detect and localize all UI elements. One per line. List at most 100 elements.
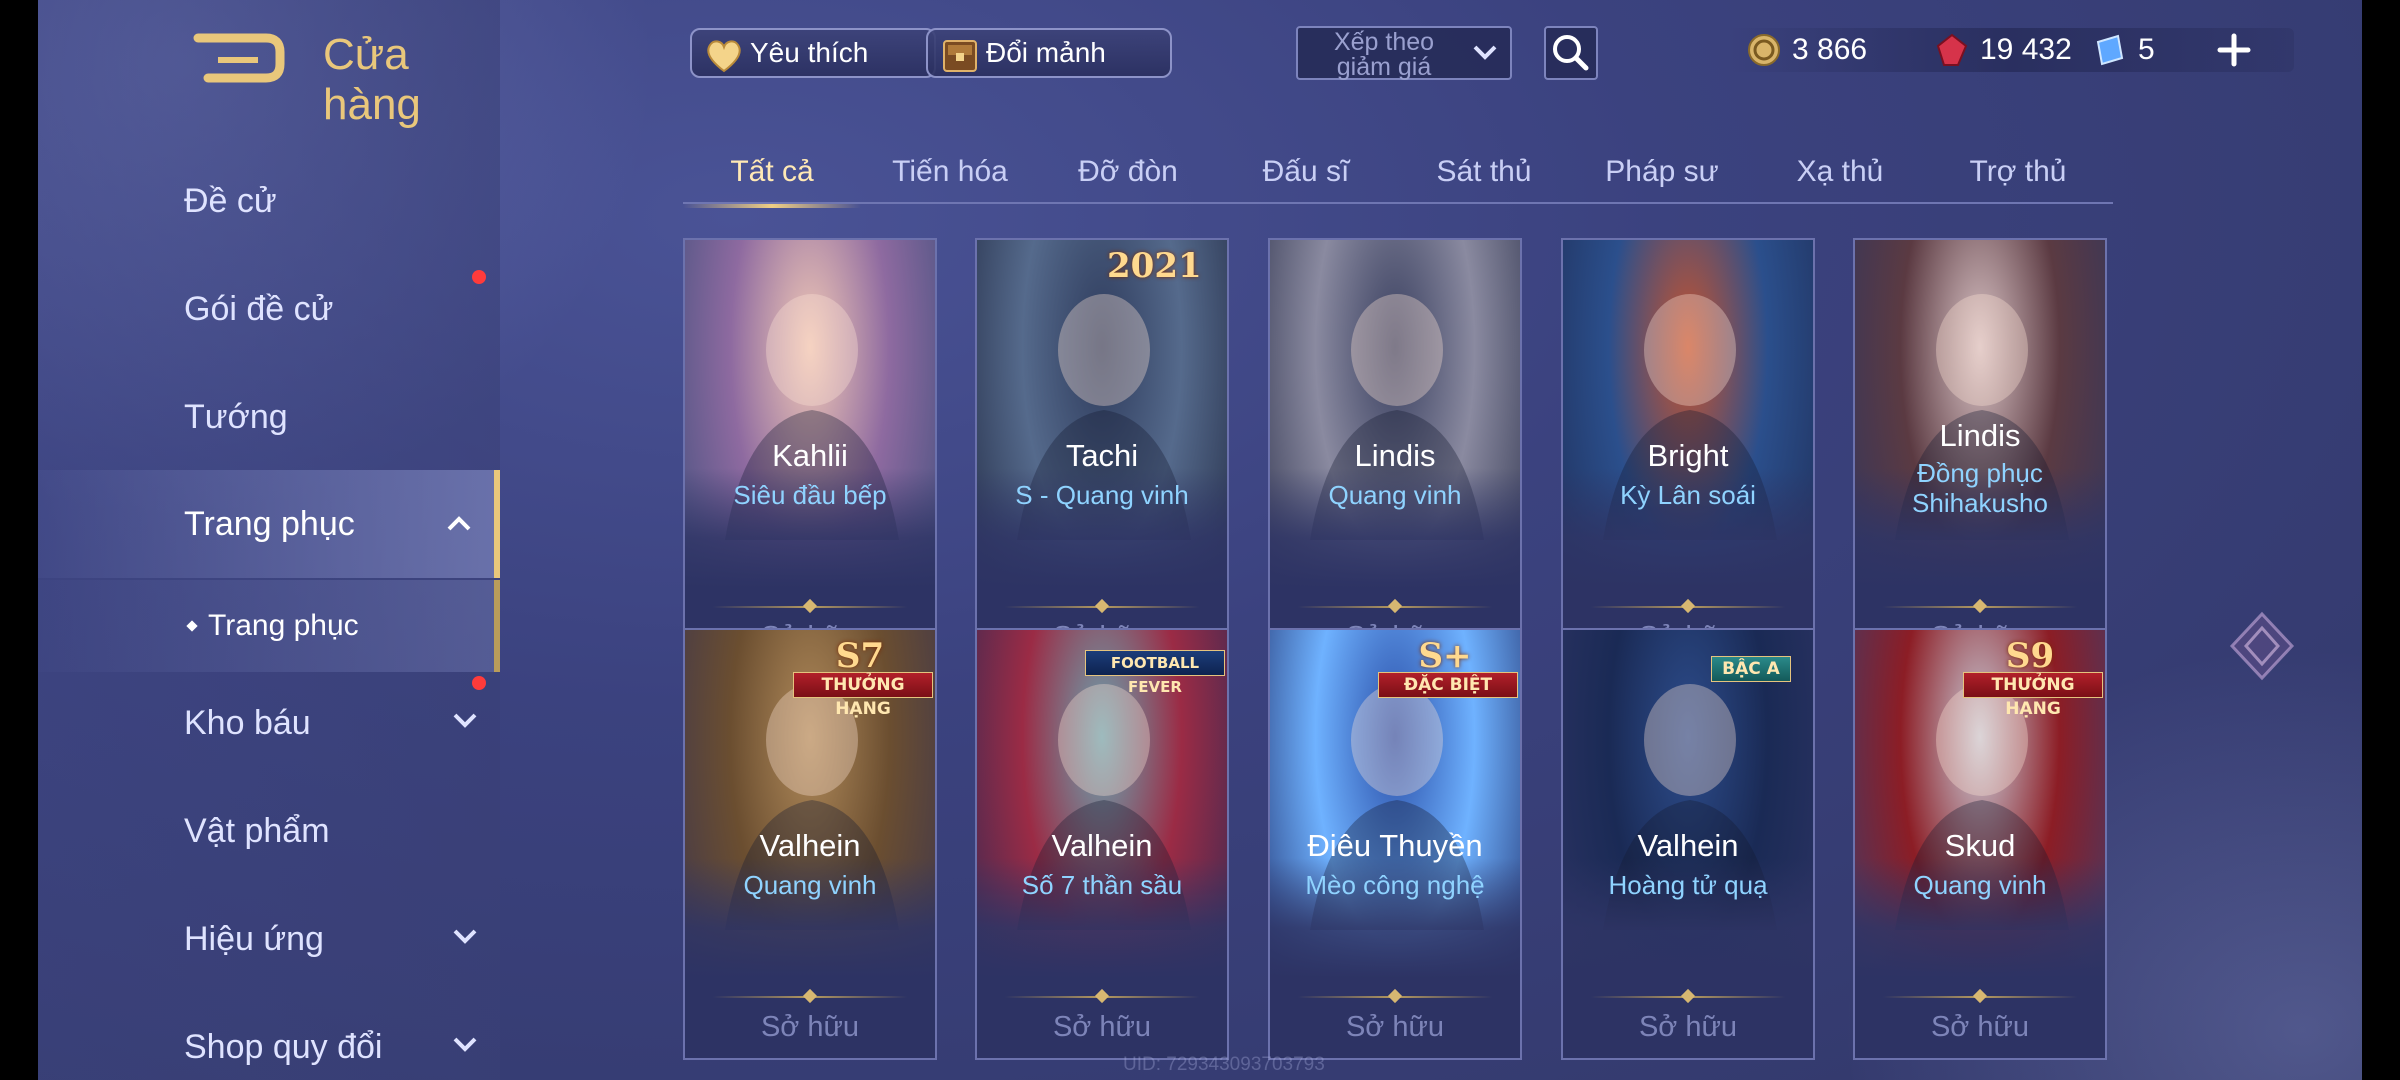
- voucher-currency: 5: [2092, 30, 2155, 70]
- page-title: Cửa hàng: [323, 30, 421, 129]
- gold-coin-icon: [1748, 34, 1780, 66]
- skin-name: Đồng phục Shihakusho: [1912, 458, 2048, 518]
- sort-label: Xếp theo giảm giá: [1333, 28, 1435, 81]
- exchange-shards-label: Đổi mảnh: [986, 37, 1106, 68]
- sidebar-item-bundles[interactable]: Gói đề cử: [38, 260, 500, 358]
- sidebar-item-label: Hiệu ứng: [184, 919, 324, 958]
- tab-all[interactable]: Tất cả: [683, 140, 861, 208]
- exchange-shards-button[interactable]: Đổi mảnh: [926, 28, 1172, 78]
- sidebar-item-label: Trang phục: [184, 504, 355, 543]
- sidebar-item-label: Đề cử: [184, 181, 277, 220]
- skin-name: Quang vinh: [1328, 480, 1462, 510]
- skin-card[interactable]: BrightKỳ Lân soáiSở hữu: [1561, 238, 1815, 670]
- tier-badge-ribbon: BẬC A: [1711, 656, 1791, 682]
- skin-card[interactable]: LindisQuang vinhSở hữu: [1268, 238, 1522, 670]
- sidebar-item-exchange-shop[interactable]: Shop quy đổi: [38, 998, 500, 1080]
- skin-card[interactable]: Valhein Quang vinh Sở hữu S7 THƯỞNG HẠNG: [683, 628, 937, 1060]
- back-icon[interactable]: [188, 30, 288, 90]
- tab-marksman[interactable]: Xạ thủ: [1751, 140, 1929, 204]
- tab-mage[interactable]: Pháp sư: [1573, 140, 1751, 204]
- tier-badge: BẬC A: [1663, 638, 1811, 702]
- tier-badge-ribbon: THƯỞNG HẠNG: [793, 672, 933, 719]
- chevron-down-icon: [453, 929, 477, 944]
- tier-badge-title: S+: [1418, 636, 1472, 676]
- tab-support[interactable]: Trợ thủ: [1929, 140, 2107, 204]
- card-divider: [1883, 996, 2077, 998]
- sort-dropdown[interactable]: Xếp theo giảm giá: [1296, 26, 1512, 80]
- owned-status: Sở hữu: [1345, 1011, 1445, 1043]
- skin-card[interactable]: Skud Quang vinh Sở hữu S9 THƯỞNG HẠNG: [1853, 628, 2107, 1060]
- hero-name: Lindis: [1354, 438, 1436, 473]
- skin-card[interactable]: Valhein Số 7 thần sầu Sở hữu FOOTBALL FEVER: [975, 628, 1229, 1060]
- heart-icon: [707, 40, 741, 73]
- gold-value: 3 866: [1792, 33, 1868, 66]
- skin-card[interactable]: LindisĐồng phục ShihakushoSở hữu: [1853, 238, 2107, 670]
- card-divider: [713, 606, 907, 608]
- hero-name: Kahlii: [772, 438, 848, 473]
- hero-name: Skud: [1944, 828, 2016, 863]
- skin-card[interactable]: KahliiSiêu đầu bếpSở hữu: [683, 238, 937, 670]
- tab-evolution[interactable]: Tiến hóa: [861, 140, 1039, 204]
- sidebar-item-skins[interactable]: Trang phục: [38, 470, 500, 578]
- skin-name: S - Quang vinh: [1015, 480, 1189, 510]
- sidebar-subitem-skins[interactable]: Trang phục: [38, 580, 500, 672]
- owned-status: Sở hữu: [1638, 1011, 1738, 1043]
- skin-name: Hoàng tử quạ: [1608, 870, 1768, 900]
- favorites-button[interactable]: Yêu thích: [690, 28, 936, 78]
- card-divider: [713, 996, 907, 998]
- shard-chest-icon: [943, 40, 977, 72]
- tier-badge-title: 2021: [1107, 246, 1202, 286]
- sidebar-item-recommended[interactable]: Đề cử: [38, 152, 500, 250]
- skin-name: Kỳ Lân soái: [1620, 480, 1756, 510]
- tier-badge: FOOTBALL FEVER: [1077, 638, 1225, 702]
- tab-fighter[interactable]: Đấu sĩ: [1217, 140, 1395, 204]
- hero-name: Tachi: [1065, 438, 1139, 473]
- card-divider: [1298, 606, 1492, 608]
- sidebar-item-label: Vật phẩm: [184, 811, 330, 850]
- chevron-down-icon: [1473, 45, 1497, 60]
- tier-badge: S7 THƯỞNG HẠNG: [785, 636, 933, 719]
- notification-dot: [472, 270, 486, 284]
- gold-currency: 3 866: [1746, 30, 1867, 70]
- favorites-label: Yêu thích: [750, 37, 869, 68]
- card-divider: [1591, 606, 1785, 608]
- tier-badge-title: S7: [835, 636, 885, 676]
- tab-assassin[interactable]: Sát thủ: [1395, 140, 1573, 204]
- sidebar-item-items[interactable]: Vật phẩm: [38, 782, 500, 880]
- hero-name: Bright: [1647, 438, 1729, 473]
- skin-card[interactable]: Valhein Hoàng tử quạ Sở hữu BẬC A: [1561, 628, 1815, 1060]
- skin-name: Siêu đầu bếp: [733, 480, 887, 510]
- uid-label: UID: 729343093703793: [1123, 1054, 1325, 1075]
- owned-status: Sở hữu: [760, 1011, 860, 1043]
- tab-tank[interactable]: Đỡ đòn: [1039, 140, 1217, 204]
- sidebar-item-label: Gói đề cử: [184, 289, 334, 328]
- sidebar-item-label: Kho báu: [184, 703, 311, 742]
- skin-card[interactable]: Điêu Thuyền Mèo công nghệ Sở hữu S+ ĐẶC BIỆT: [1268, 628, 1522, 1060]
- skin-card[interactable]: TachiS - Quang vinhSở hữu2021: [975, 238, 1229, 670]
- sidebar-item-treasure[interactable]: Kho báu: [38, 674, 500, 772]
- sidebar-item-heroes[interactable]: Tướng: [38, 368, 500, 466]
- notification-dot: [472, 676, 486, 690]
- hero-name: Lindis: [1939, 418, 2021, 453]
- floating-menu-icon[interactable]: [2226, 610, 2298, 682]
- skin-name: Mèo công nghệ: [1305, 870, 1485, 900]
- ruby-value: 19 432: [1980, 33, 2072, 66]
- hero-name: Valhein: [1637, 828, 1739, 863]
- bullet-icon: [186, 620, 198, 632]
- skin-name: Quang vinh: [1913, 870, 2047, 900]
- sidebar-item-label: Tướng: [184, 397, 288, 436]
- search-button[interactable]: [1544, 26, 1598, 80]
- card-divider: [1005, 996, 1199, 998]
- voucher-value: 5: [2138, 33, 2155, 66]
- ruby-gem-icon: [1936, 33, 1968, 66]
- plus-icon[interactable]: [2214, 30, 2254, 70]
- skin-name: Số 7 thần sầu: [1021, 870, 1183, 900]
- skin-name: Quang vinh: [743, 870, 877, 900]
- sidebar-item-label: Shop quy đổi: [184, 1027, 383, 1066]
- card-divider: [1591, 996, 1785, 998]
- sidebar-item-effects[interactable]: Hiệu ứng: [38, 890, 500, 988]
- app-root: Cửa hàng Đề cử Gói đề cử Tướng Trang phụ…: [38, 0, 2362, 1080]
- hero-name: Valhein: [759, 828, 861, 863]
- sidebar-subitem-label: Trang phục: [208, 609, 359, 642]
- sidebar: Cửa hàng Đề cử Gói đề cử Tướng Trang phụ…: [38, 0, 500, 1080]
